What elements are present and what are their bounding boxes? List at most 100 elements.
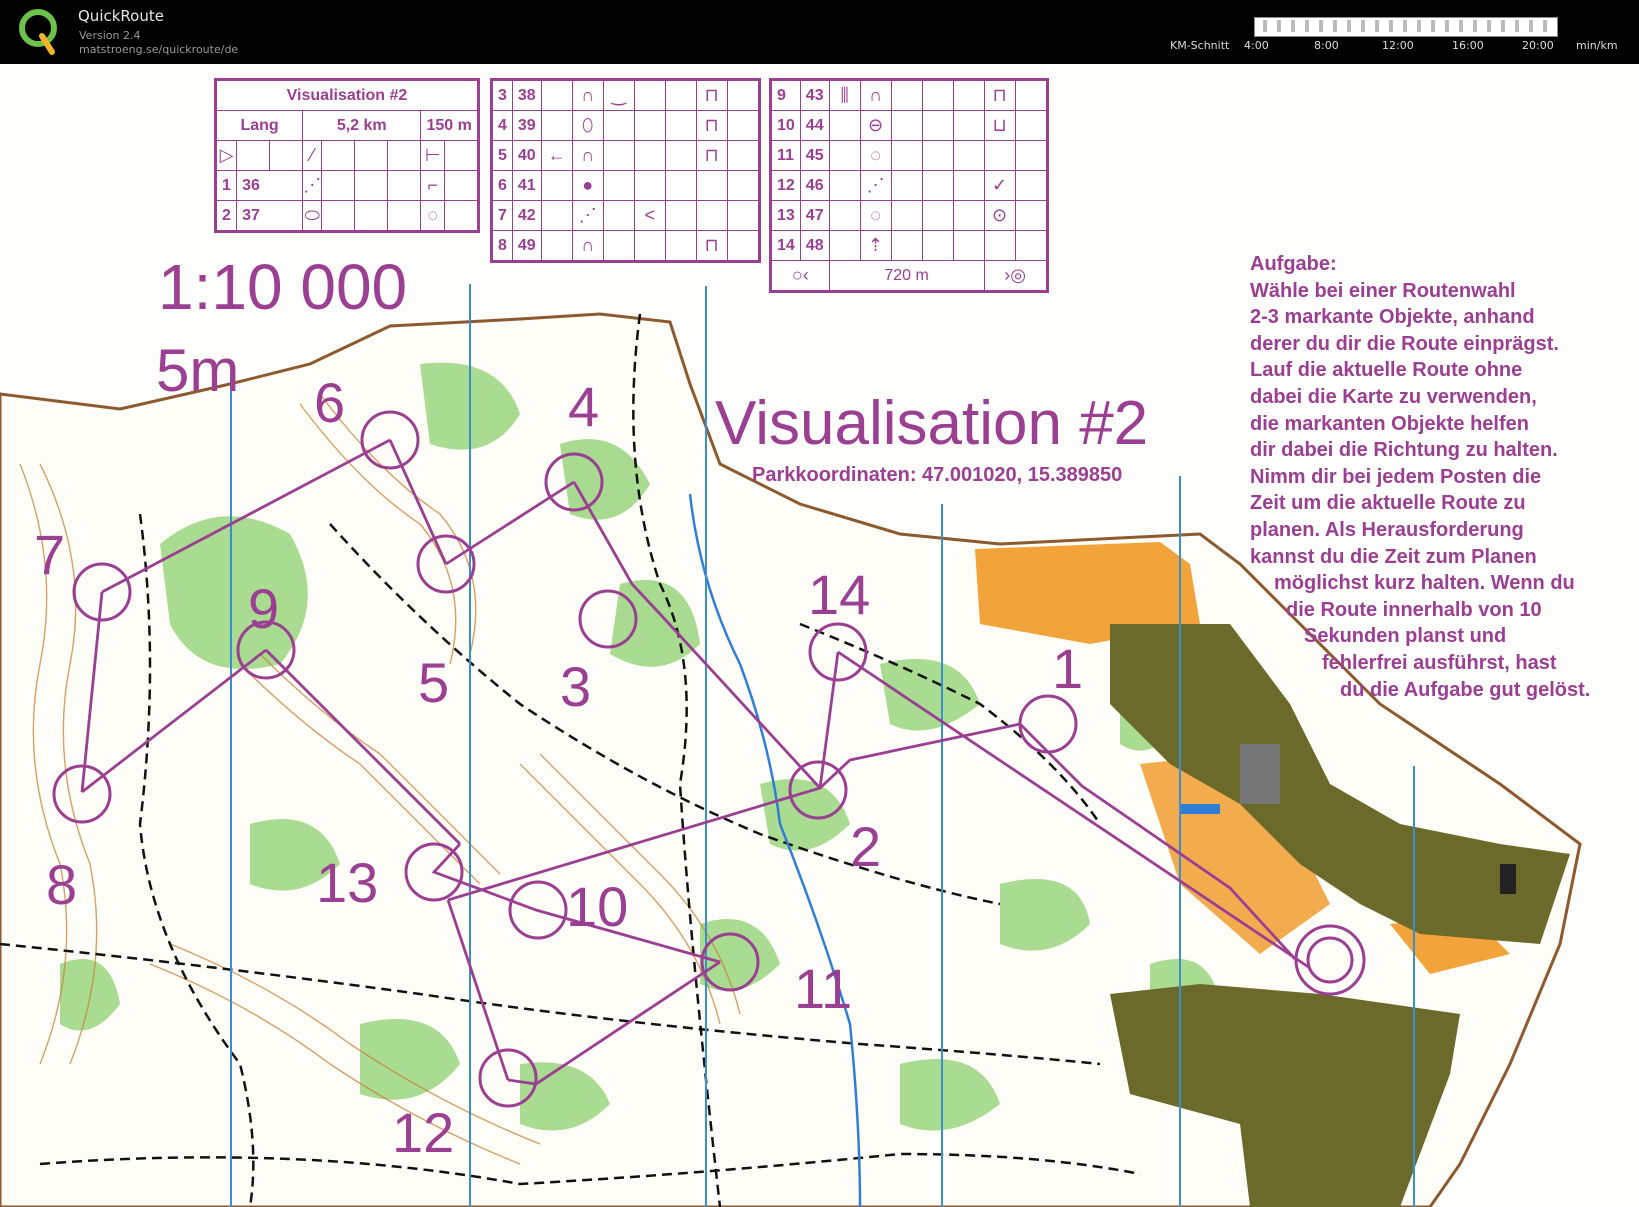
thicket-icon: ◌ [859, 200, 892, 231]
pace-tick: 4:00 [1244, 39, 1269, 52]
center-icon: ⊙ [983, 200, 1016, 231]
map-scale: 1:10 000 [158, 251, 408, 323]
app-title: QuickRoute [78, 7, 164, 25]
control-number-cell: 5 [492, 140, 513, 171]
control-code-cell: 37 [236, 200, 304, 231]
foot-icon: ⊓ [695, 80, 728, 111]
west-arrow-icon: ← [540, 140, 573, 171]
control-number-cell: 12 [771, 170, 801, 201]
control-number: 10 [566, 875, 629, 938]
task-line: derer du dir die Route einprägst. [1250, 332, 1559, 355]
contour-interval: 5m [156, 337, 240, 404]
side-icon: ◌ [420, 200, 445, 231]
ditch-icon: ⋰ [302, 170, 323, 201]
foot-icon: ⊓ [983, 80, 1016, 111]
corner-icon: ⌐ [420, 170, 445, 201]
course-climb: 150 m [420, 110, 478, 141]
task-line: Zeit um die aktuelle Route zu [1250, 492, 1526, 515]
control-number: 4 [568, 375, 600, 438]
finish-start-icon: ○‹ [771, 260, 830, 291]
control-code-cell: 45 [799, 140, 830, 171]
control-number: 13 [316, 851, 379, 914]
task-line: 2-3 markante Objekte, anhand [1250, 306, 1535, 329]
control-code-cell: 46 [799, 170, 830, 201]
control-number-cell: 11 [771, 140, 801, 171]
control-number: 14 [808, 563, 871, 626]
task-line: fehlerfrei ausführst, hast [1322, 651, 1557, 674]
control-code-cell: 41 [511, 170, 542, 201]
pace-tick: 20:00 [1522, 39, 1554, 52]
control-number: 9 [248, 577, 280, 640]
app-url[interactable]: matstroeng.se/quickroute/de [79, 43, 238, 56]
app-header: QuickRoute Version 2.4 matstroeng.se/qui… [0, 0, 1639, 64]
control-description-sheet-b: 3 38 ∩ ‿ ⊓ 4 39 ⬯ ⊓ 5 40 ← ∩ ⊓ 6 41 ● 7 … [490, 78, 761, 263]
control-number: 3 [560, 655, 592, 718]
edge-icon: ⊔ [983, 110, 1016, 141]
hill-icon: ∩ [571, 140, 604, 171]
course-class: Lang [215, 110, 304, 141]
task-line: Lauf die aktuelle Route ohne [1250, 359, 1523, 382]
control-code-cell: 47 [799, 200, 830, 231]
task-line: möglichst kurz halten. Wenn du [1274, 572, 1575, 595]
control-code-cell: 43 [799, 80, 830, 111]
map-title: Visualisation #2 [715, 389, 1149, 458]
app-version: Version 2.4 [79, 29, 141, 42]
course-title: Visualisation #2 [216, 80, 478, 111]
control-number: 8 [46, 853, 78, 916]
control-number: 1 [1052, 637, 1084, 700]
parking-coordinates: Parkkoordinaten: 47.001020, 15.389850 [752, 464, 1123, 486]
control-number-cell: 8 [492, 230, 513, 261]
start-triangle-icon: ▷ [215, 140, 238, 171]
path-icon: ⁄ [302, 140, 323, 171]
task-line: dir dabei die Richtung zu halten. [1250, 439, 1558, 462]
depression-icon: ⬯ [571, 110, 604, 141]
hill-icon: ∩ [859, 80, 892, 111]
control-code-cell: 39 [511, 110, 542, 141]
control-number: 6 [314, 371, 346, 434]
task-line: Nimm dir bei jedem Posten die [1250, 465, 1542, 488]
hill-icon: ∩ [571, 230, 604, 261]
control-number-cell: 6 [492, 170, 513, 201]
control-code-cell: 49 [511, 230, 542, 261]
control-number-cell: 3 [492, 80, 513, 111]
task-line: kannst du die Zeit zum Planen [1250, 545, 1537, 568]
control-code-cell: 44 [799, 110, 830, 141]
task-line: Aufgabe: [1250, 253, 1337, 275]
hill-icon: ∩ [571, 80, 604, 111]
foot-icon: ⊓ [695, 230, 728, 261]
fence-icon: ⫼ [828, 80, 861, 111]
control-number: 11 [794, 957, 853, 1020]
control-number-cell: 9 [771, 80, 801, 111]
finish-circle-icon: ›◎ [983, 260, 1047, 291]
task-text: Aufgabe: Wähle bei einer Routenwahl 2-3 … [1250, 251, 1590, 703]
pace-unit: min/km [1576, 39, 1618, 52]
task-line: Wähle bei einer Routenwahl [1250, 279, 1516, 302]
knoll-icon: ⬭ [302, 200, 323, 231]
control-number: 2 [850, 815, 882, 878]
course-length: 5,2 km [302, 110, 422, 141]
control-number: 7 [34, 523, 66, 586]
crossing-icon: ⊢ [420, 140, 445, 171]
top-icon: ⊓ [695, 110, 728, 141]
pace-tick: 16:00 [1452, 39, 1484, 52]
ditch-icon: ⋰ [859, 170, 892, 201]
finish-distance: 720 m [828, 260, 985, 291]
tree-icon: ⇡ [859, 230, 892, 261]
control-code-cell: 36 [236, 170, 304, 201]
control-number-cell: 4 [492, 110, 513, 141]
pace-tick: 8:00 [1314, 39, 1339, 52]
control-code-cell: 38 [511, 80, 542, 111]
task-line: dabei die Karte zu verwenden, [1250, 385, 1537, 408]
ditch-icon: ⋰ [571, 200, 604, 231]
task-line: du die Aufgabe gut gelöst. [1340, 678, 1591, 701]
control-code-cell: 48 [799, 230, 830, 261]
boulder-icon: ● [571, 170, 604, 201]
quickroute-logo-icon [19, 9, 57, 55]
control-number: 5 [418, 651, 450, 714]
pace-color-scale[interactable] [1254, 17, 1558, 37]
shallow-icon: ‿ [602, 80, 635, 111]
task-line: die Route innerhalb von 10 [1286, 598, 1542, 621]
foot-icon: ⊓ [695, 140, 728, 171]
task-line: Sekunden planst und [1304, 625, 1507, 648]
clearing-icon: ⊖ [859, 110, 892, 141]
